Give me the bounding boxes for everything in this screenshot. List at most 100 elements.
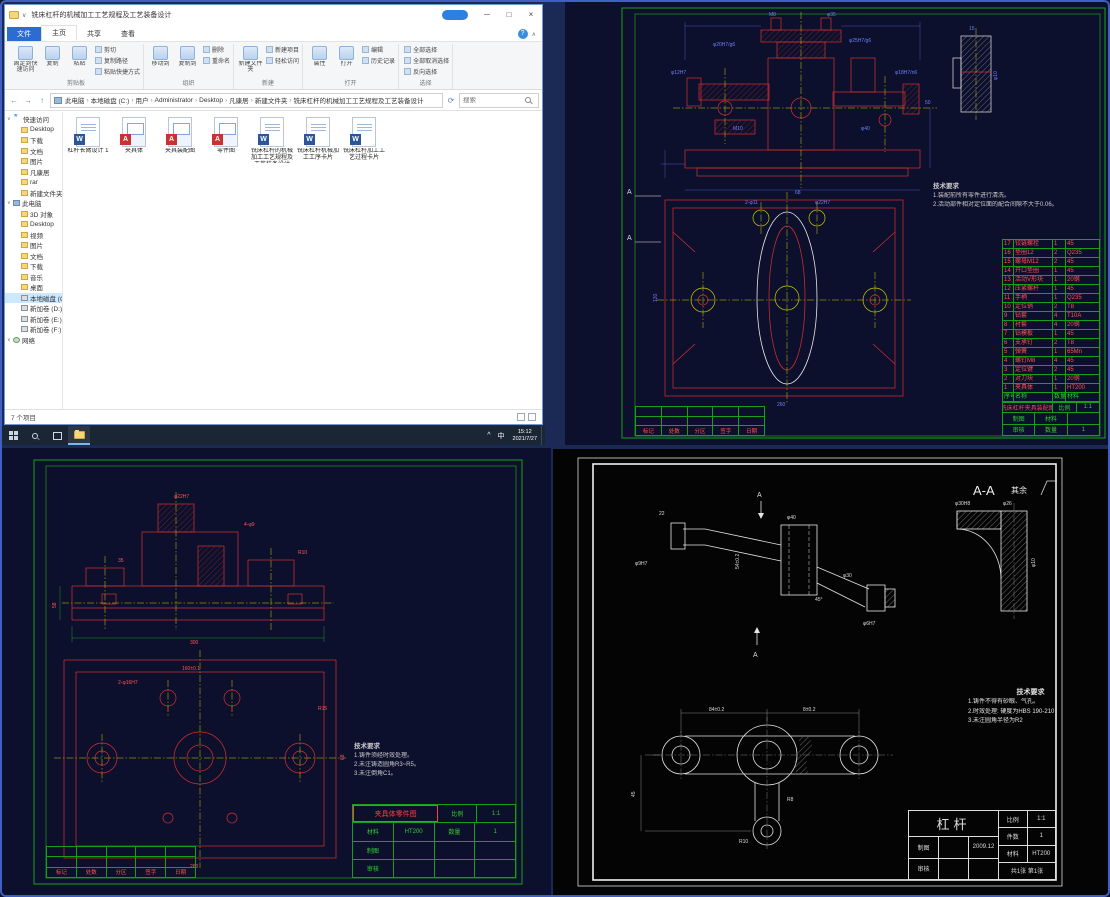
folder-icon (21, 242, 28, 249)
span-element: 签字 (713, 426, 740, 436)
breadcrumb-item[interactable]: 此电脑 (65, 95, 85, 105)
file-dwg-icon: A (120, 117, 146, 147)
span-element: 支承钉 (1014, 339, 1053, 347)
help-icon[interactable]: ? (517, 29, 528, 39)
ribbon-button[interactable]: 轻松访问 (266, 55, 299, 66)
parts-table-row: 12 压紧螺杆 1 45 (1003, 285, 1099, 294)
sidebar-item[interactable]: 3D 对象 (5, 209, 62, 220)
ribbon-button[interactable]: 历史记录 (362, 55, 395, 66)
dimension-label: R15 (318, 706, 327, 712)
tab-file[interactable]: 文件 (7, 27, 41, 41)
ribbon-button[interactable]: 新建文件夹 (237, 44, 264, 80)
sidebar-item[interactable]: ∨快速访问 (5, 114, 62, 125)
sidebar-item[interactable]: 图片 (5, 156, 62, 167)
part-name: 杠杆 (909, 811, 998, 837)
search-input[interactable] (463, 96, 525, 104)
file-item[interactable]: W 杠杆长臂设计 1 (65, 117, 111, 163)
sidebar-item[interactable]: 文档 (5, 146, 62, 157)
sidebar-item[interactable]: 本地磁盘 (C:) (5, 292, 62, 303)
ribbon-button-icon (404, 46, 412, 53)
span-element: T8 (1067, 304, 1075, 310)
file-item[interactable]: W 铣床杠杆的机械加工工艺规程及工艺装备设计 (249, 117, 295, 163)
file-item[interactable]: A 夹具体 (111, 117, 157, 163)
file-item[interactable]: A 夹具装配图 (157, 117, 203, 163)
breadcrumb-item[interactable]: Desktop (199, 97, 223, 104)
tab-share[interactable]: 共享 (77, 27, 111, 41)
sidebar-item[interactable]: 桌面 (5, 282, 62, 293)
taskbar-search-button[interactable] (24, 426, 46, 445)
sidebar-item[interactable]: 图片 (5, 240, 62, 251)
maximize-button[interactable]: □ (498, 5, 520, 25)
taskbar-clock[interactable]: 15:12 2021/7/27 (509, 429, 541, 443)
ribbon-button[interactable]: 复制到 (174, 44, 201, 80)
show-desktop-button[interactable] (541, 426, 545, 445)
thumbnail-view-icon[interactable] (528, 413, 536, 421)
ime-indicator[interactable]: 中 (494, 431, 509, 441)
start-button[interactable] (2, 426, 24, 445)
ribbon-button[interactable]: 固定到快速访问 (12, 44, 39, 80)
sidebar-item[interactable]: 新建文件夹 (2) (5, 188, 62, 199)
breadcrumb[interactable]: 此电脑 › 本地磁盘 (C:) › 用户 › Administrator › Desktop › 凡… (50, 92, 443, 108)
sidebar-item[interactable]: 文档 (5, 251, 62, 262)
ribbon-button[interactable]: 粘贴快捷方式 (95, 66, 140, 77)
ribbon-button[interactable]: 删除 (203, 44, 230, 55)
sidebar-item[interactable]: 新加卷 (F:) (5, 324, 62, 335)
forward-button[interactable]: → (22, 96, 34, 105)
breadcrumb-item[interactable]: 铣床杠杆的机械加工工艺规程及工艺装备设计 (294, 95, 424, 105)
ribbon-button[interactable]: 编辑 (362, 44, 395, 55)
sidebar-item[interactable]: 视频 (5, 230, 62, 241)
tab-home[interactable]: 主页 (41, 25, 77, 41)
breadcrumb-item[interactable]: 新建文件夹 (255, 95, 288, 105)
sidebar-item[interactable]: Desktop (5, 219, 62, 230)
sidebar-item[interactable]: ∨ 此电脑 (5, 198, 62, 209)
sidebar-item[interactable]: Desktop (5, 125, 62, 136)
sidebar-item[interactable]: 新加卷 (D:) (5, 303, 62, 314)
file-name: 铣床杠杆机械加工工序卡片 (296, 148, 339, 161)
ribbon-button[interactable]: 全部选择 (404, 44, 449, 55)
ribbon-button[interactable]: 移动到 (147, 44, 174, 80)
close-button[interactable]: × (520, 5, 542, 25)
back-button[interactable]: ← (8, 96, 20, 105)
tab-view[interactable]: 查看 (111, 27, 145, 41)
breadcrumb-item[interactable]: 凡康居 (229, 95, 249, 105)
ribbon-button[interactable]: 反向选择 (404, 66, 449, 77)
sidebar-item[interactable]: rar (5, 177, 62, 188)
ribbon-button[interactable]: 属性 (306, 44, 333, 80)
sidebar-item[interactable]: 下载 (5, 261, 62, 272)
file-item[interactable]: A 零件图 (203, 117, 249, 163)
search-box[interactable] (459, 92, 539, 108)
ribbon-button[interactable]: 复制 (39, 44, 66, 80)
div-element: 铣床杠杆夹具装配图 比例 1:1 (1003, 402, 1099, 414)
sidebar-item[interactable]: ∨ 网络 (5, 335, 62, 346)
dimension-label: 300 (190, 640, 199, 646)
ribbon-button[interactable]: 打开 (333, 44, 360, 80)
sidebar-item[interactable]: 音乐 (5, 272, 62, 283)
file-item[interactable]: W 铣床杠杆机械加工工序卡片 (295, 117, 341, 163)
ribbon-button[interactable]: 重命名 (203, 55, 230, 66)
ribbon-collapse-icon[interactable]: ∧ (532, 31, 536, 38)
breadcrumb-item[interactable]: Administrator (155, 97, 193, 104)
sidebar-item[interactable]: 凡康居 (5, 167, 62, 178)
taskbar-explorer-button[interactable] (68, 426, 90, 445)
ribbon-group-label: 选择 (419, 81, 432, 87)
file-item[interactable]: W 铣床杠杆加工工艺过程卡片 (341, 117, 387, 163)
ribbon-button[interactable]: 剪切 (95, 44, 140, 55)
details-view-icon[interactable] (517, 413, 525, 421)
up-button[interactable]: ↑ (36, 96, 48, 105)
titlebar-badge[interactable] (442, 10, 468, 20)
refresh-icon[interactable]: ⟳ (445, 96, 457, 105)
quick-access-caret-icon[interactable]: ∨ (22, 12, 26, 19)
ribbon-button-icon (362, 57, 370, 64)
tray-expand-icon[interactable]: ^ (484, 432, 493, 439)
breadcrumb-item[interactable]: 本地磁盘 (C:) (91, 95, 130, 105)
task-view-button[interactable] (46, 426, 68, 445)
minimize-button[interactable]: ─ (476, 5, 498, 25)
ribbon-button[interactable]: 粘贴 (66, 44, 93, 80)
sidebar-item[interactable]: 下载 (5, 135, 62, 146)
ribbon-button[interactable]: 全部取消选择 (404, 55, 449, 66)
sidebar-item[interactable]: 新加卷 (E:) (5, 314, 62, 325)
breadcrumb-item[interactable]: 用户 (135, 95, 148, 105)
ribbon-button[interactable]: 复制路径 (95, 55, 140, 66)
scale-value: 1:1 (1083, 404, 1092, 411)
ribbon-button[interactable]: 新建项目 (266, 44, 299, 55)
